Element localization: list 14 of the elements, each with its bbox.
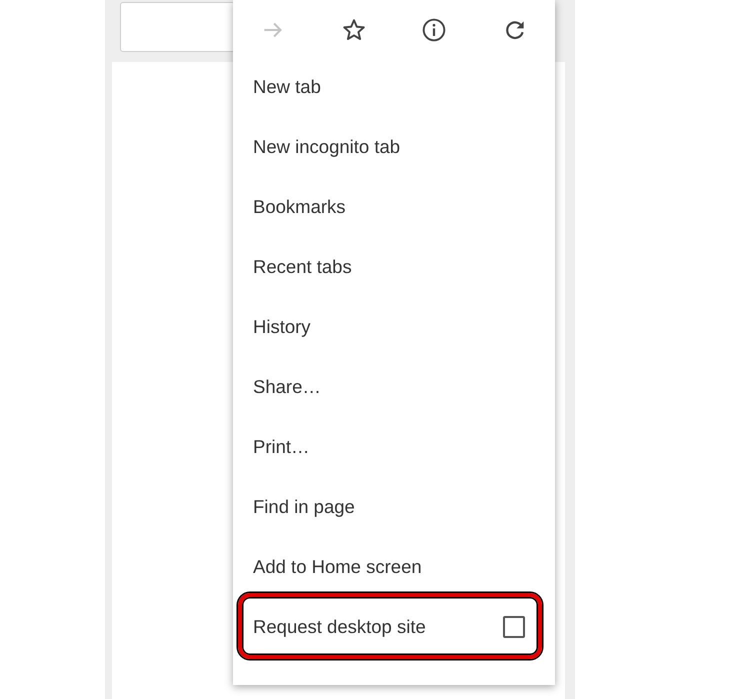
- menu-item[interactable]: History: [253, 316, 311, 338]
- menu-item[interactable]: Request desktop site: [253, 616, 426, 638]
- menu-item[interactable]: Share…: [253, 376, 321, 398]
- menu-item[interactable]: Find in page: [253, 496, 355, 518]
- menu-item[interactable]: Add to Home screen: [253, 556, 422, 578]
- checkbox[interactable]: [503, 616, 525, 638]
- menu-item[interactable]: Bookmarks: [253, 196, 346, 218]
- menu-item[interactable]: New tab: [253, 76, 321, 98]
- info-icon[interactable]: [421, 16, 448, 42]
- menu-item[interactable]: New incognito tab: [253, 136, 400, 158]
- address-field[interactable]: [120, 2, 235, 52]
- star-icon[interactable]: [340, 16, 367, 42]
- menu-item[interactable]: Recent tabs: [253, 256, 352, 278]
- menu-item[interactable]: Print…: [253, 436, 310, 458]
